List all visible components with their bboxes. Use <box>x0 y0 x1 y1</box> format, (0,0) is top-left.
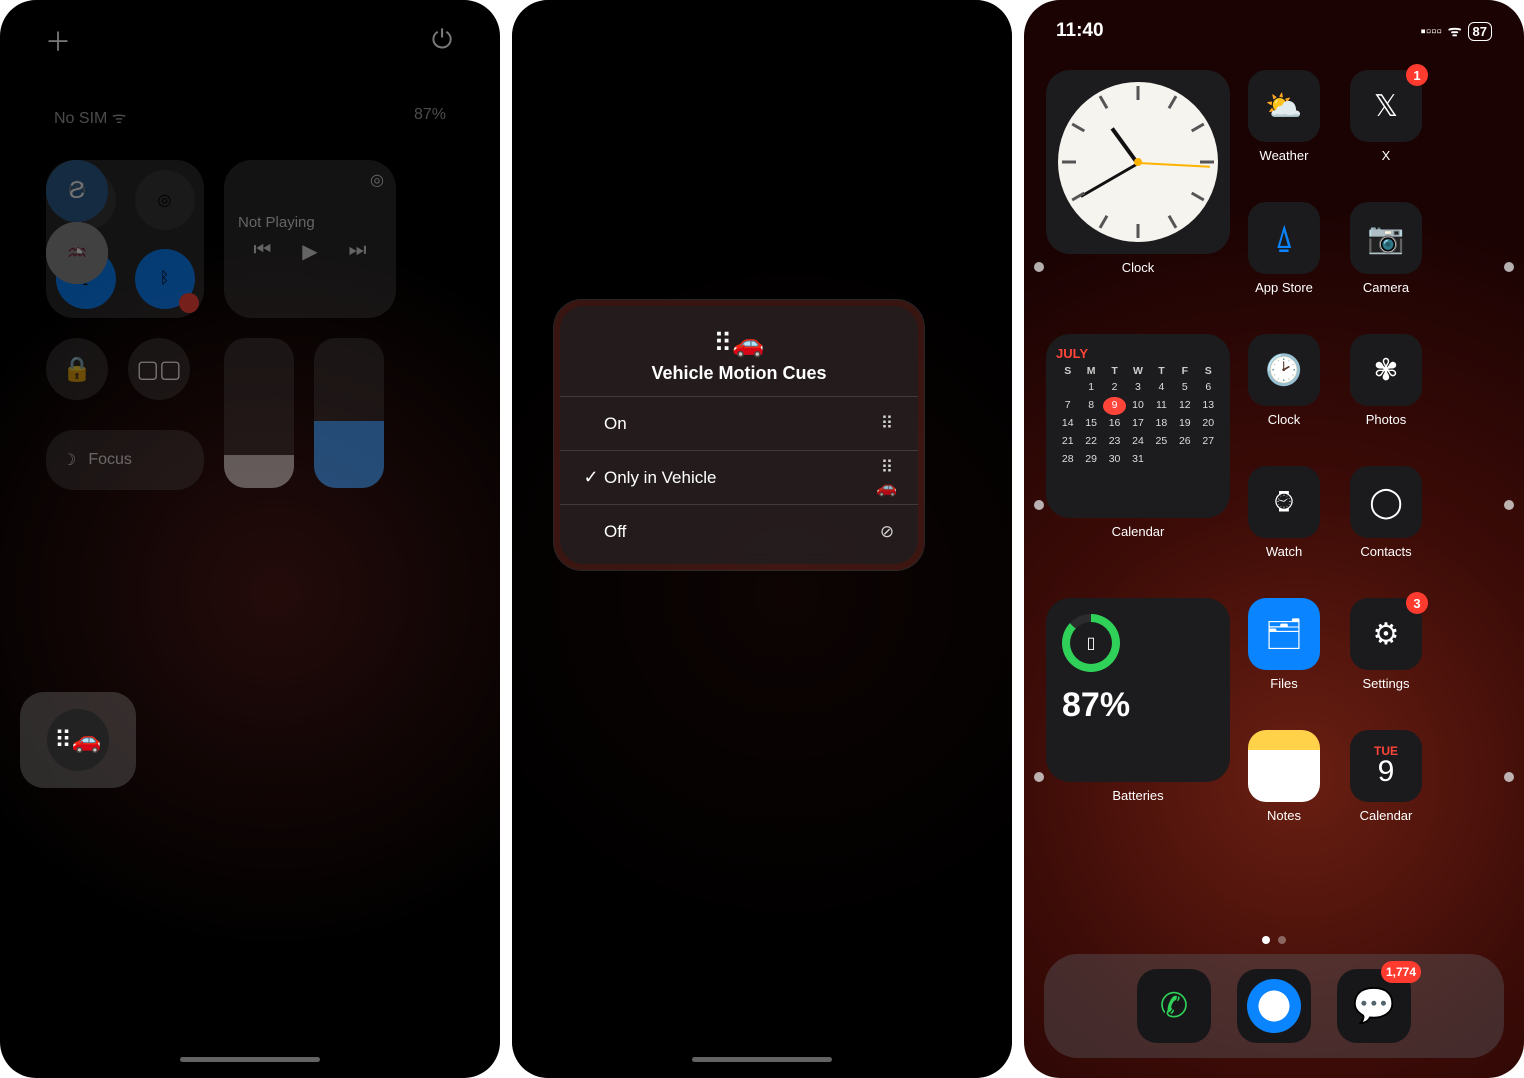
orientation-lock-icon[interactable]: 🔒 <box>46 338 108 400</box>
battery-label: 87% <box>414 106 446 128</box>
now-playing-label: Not Playing <box>238 214 382 231</box>
home-indicator[interactable] <box>692 1057 832 1062</box>
focus-tile[interactable]: ☽ Focus <box>46 430 204 490</box>
calendar-month: JULY <box>1056 344 1220 364</box>
clock-widget[interactable]: /*ticks drawn below by JS*/ <box>1046 70 1230 254</box>
app-contacts[interactable]: ◯Contacts <box>1338 466 1434 582</box>
clock-face-icon: /*ticks drawn below by JS*/ <box>1058 82 1218 242</box>
app-calendar-small[interactable]: TUE9Calendar <box>1338 730 1434 846</box>
page-indicator[interactable] <box>1262 936 1286 944</box>
control-center-tiles: ✈︎ ◎ ᯤ ᛒ ◎ Not Playing ⏮▶⏭ 🔒 ▢▢ ☽ Focus … <box>46 160 406 700</box>
app-x[interactable]: 𝕏1X <box>1338 70 1434 186</box>
dock-safari[interactable]: ✦ <box>1237 969 1311 1043</box>
app-camera[interactable]: 📷Camera <box>1338 202 1434 318</box>
widget-label: Batteries <box>1112 788 1163 803</box>
contacts-icon: ◯ <box>1350 466 1422 538</box>
power-icon[interactable]: ⏻ <box>428 26 456 54</box>
screen-mirroring-icon[interactable]: ▢▢ <box>128 338 190 400</box>
widget-label: Calendar <box>1112 524 1165 539</box>
appstore-icon: ⍙ <box>1248 202 1320 274</box>
motion-cue-dot <box>1034 262 1044 272</box>
status-time: 11:40 <box>1056 20 1104 42</box>
battery-ring-icon: ▯ <box>1062 614 1120 672</box>
motion-cue-dot <box>1034 500 1044 510</box>
cues-vehicle-icon: ⠿🚗 <box>874 458 900 498</box>
app-settings[interactable]: ⚙︎3Settings <box>1338 598 1434 714</box>
vehicle-motion-cues-icon: ⠿🚗 <box>47 709 109 771</box>
app-weather[interactable]: ⛅Weather <box>1236 70 1332 186</box>
check-icon: ✓ <box>578 467 604 488</box>
calendar-table: SMTWTFS123456789101112131415161718192021… <box>1056 364 1220 470</box>
vmc-option-off[interactable]: Off ⊘ <box>560 504 918 558</box>
weather-icon: ⛅ <box>1248 70 1320 142</box>
add-control-button[interactable]: ＋ <box>44 26 72 54</box>
camera-icon: 📷 <box>1350 202 1422 274</box>
home-grid: /*ticks drawn below by JS*/ Clock ⛅Weath… <box>1046 70 1502 958</box>
shazam-icon[interactable]: Ƨ <box>46 160 108 222</box>
airdrop-icon[interactable]: ◎ <box>135 170 195 230</box>
cues-off-icon: ⊘ <box>874 522 900 542</box>
panel-home-screen: 11:40 ▪▫▫▫ ᯤ 87 /*ticks drawn below by J… <box>1024 0 1524 1078</box>
settings-icon: ⚙︎3 <box>1350 598 1422 670</box>
stopwatch-icon[interactable]: ◔ <box>46 222 108 284</box>
vmc-title: Vehicle Motion Cues <box>570 363 908 384</box>
badge: 3 <box>1406 592 1428 614</box>
calendar-widget[interactable]: JULY SMTWTFS1234567891011121314151617181… <box>1046 334 1230 518</box>
focus-icon: ☽ <box>62 450 76 470</box>
vehicle-motion-cues-toggle[interactable]: ⠿🚗 <box>20 692 136 788</box>
photos-icon: ✾ <box>1350 334 1422 406</box>
widget-label: Clock <box>1122 260 1155 275</box>
vmc-option-only-in-vehicle[interactable]: ✓ Only in Vehicle ⠿🚗 <box>560 450 918 504</box>
wifi-icon: ᯤ <box>1448 21 1462 41</box>
brightness-slider[interactable] <box>224 338 294 488</box>
cues-on-icon: ⠿ <box>874 414 900 434</box>
calendar-icon: TUE9 <box>1350 730 1422 802</box>
app-notes[interactable]: ≣Notes <box>1236 730 1332 846</box>
clock-icon: 🕑 <box>1248 334 1320 406</box>
app-appstore[interactable]: ⍙App Store <box>1236 202 1332 318</box>
battery-pill: 87 <box>1468 22 1492 41</box>
media-tile[interactable]: ◎ Not Playing ⏮ ▶ ⏭ <box>224 160 396 318</box>
vmc-option-on[interactable]: On ⠿ <box>560 396 918 450</box>
batteries-widget[interactable]: ▯ 87% <box>1046 598 1230 782</box>
cellular-icon: ▪▫▫▫ <box>1421 23 1442 40</box>
motion-cue-dot <box>1034 772 1044 782</box>
airplay-icon[interactable]: ◎ <box>370 170 384 190</box>
files-icon: 🗂 <box>1248 598 1320 670</box>
panel-control-center-edit: ＋ ⏻ No SIM ᯤ 87% ✈︎ ◎ ᯤ ᛒ ◎ Not Playing … <box>0 0 500 1078</box>
badge: 1,774 <box>1381 961 1421 983</box>
dock-phone[interactable]: ✆ <box>1137 969 1211 1043</box>
app-photos[interactable]: ✾Photos <box>1338 334 1434 450</box>
status-bar: 11:40 ▪▫▫▫ ᯤ 87 <box>1024 20 1524 42</box>
watch-icon: ⌚︎ <box>1248 466 1320 538</box>
volume-slider[interactable] <box>314 338 384 488</box>
badge: 1 <box>1406 64 1428 86</box>
panel-vmc-menu: ⠿🚗 Vehicle Motion Cues On ⠿ ✓ Only in Ve… <box>512 0 1012 1078</box>
carrier-label: No SIM ᯤ <box>54 106 126 128</box>
app-clock-small[interactable]: 🕑Clock <box>1236 334 1332 450</box>
app-watch[interactable]: ⌚︎Watch <box>1236 466 1332 582</box>
bluetooth-icon[interactable]: ᛒ <box>135 249 195 309</box>
dock: ✆ ✦ 💬1,774 <box>1044 954 1504 1058</box>
battery-percent: 87% <box>1062 686 1130 725</box>
next-icon[interactable]: ⏭ <box>349 239 367 264</box>
app-files[interactable]: 🗂Files <box>1236 598 1332 714</box>
x-icon: 𝕏1 <box>1350 70 1422 142</box>
vehicle-motion-cues-icon: ⠿🚗 <box>570 328 908 359</box>
play-icon[interactable]: ▶ <box>302 239 317 264</box>
prev-icon[interactable]: ⏮ <box>253 239 271 264</box>
home-indicator[interactable] <box>180 1057 320 1062</box>
notes-icon: ≣ <box>1248 730 1320 802</box>
dock-messages[interactable]: 💬1,774 <box>1337 969 1411 1043</box>
vmc-menu-card: ⠿🚗 Vehicle Motion Cues On ⠿ ✓ Only in Ve… <box>554 300 924 570</box>
